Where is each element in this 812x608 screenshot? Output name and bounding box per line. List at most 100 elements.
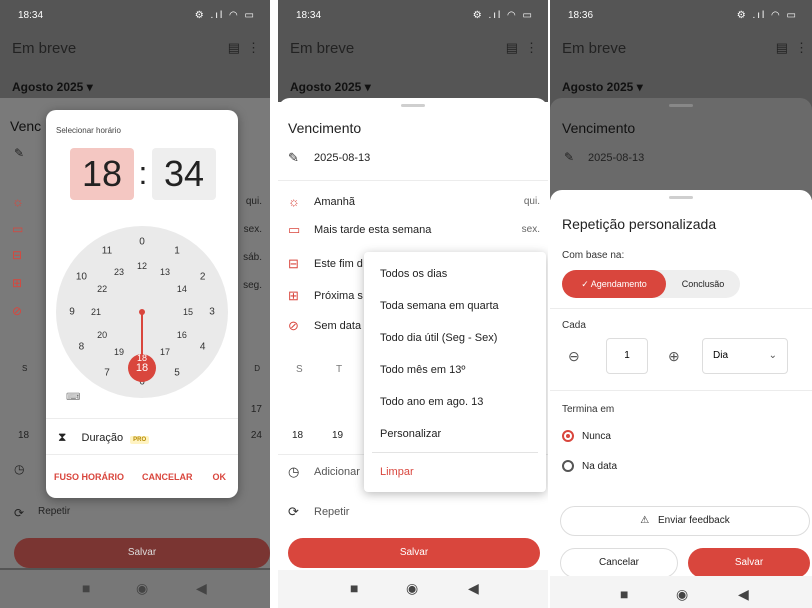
- clock-number[interactable]: 7: [104, 367, 110, 378]
- menu-item-custom[interactable]: Personalizar: [380, 428, 441, 440]
- menu-item-daily[interactable]: Todos os dias: [380, 268, 447, 280]
- month-selector[interactable]: Agosto 2025 ▾: [290, 80, 371, 94]
- home-icon[interactable]: ◉: [676, 586, 688, 603]
- no-date-icon: ⊘: [288, 318, 299, 333]
- view-icon[interactable]: ▤: [506, 40, 518, 56]
- month-selector[interactable]: Agosto 2025 ▾: [12, 80, 93, 94]
- minute-display[interactable]: 34: [152, 148, 216, 200]
- clock-number[interactable]: 2: [200, 272, 206, 283]
- ends-label: Termina em: [562, 404, 615, 415]
- menu-item-monthly[interactable]: Todo mês em 13º: [380, 364, 465, 376]
- radio-on-date[interactable]: [562, 460, 574, 472]
- unit-select[interactable]: Dia ⌄: [702, 338, 788, 374]
- radio-never[interactable]: [562, 430, 574, 442]
- clock-number[interactable]: 3: [209, 307, 215, 318]
- clock-number[interactable]: 9: [69, 307, 75, 318]
- home-icon[interactable]: ◉: [406, 580, 418, 597]
- clock-number[interactable]: 23: [114, 267, 124, 277]
- clock-number[interactable]: 4: [200, 342, 206, 353]
- feedback-button[interactable]: ⚠ Enviar feedback: [560, 506, 810, 536]
- view-icon[interactable]: ▤: [776, 40, 788, 56]
- calendar-date[interactable]: 24: [251, 430, 262, 441]
- cancel-button[interactable]: CANCELAR: [142, 472, 193, 482]
- calendar-date[interactable]: 18: [292, 430, 303, 441]
- clock-number[interactable]: 8: [79, 342, 85, 353]
- toggle-completion[interactable]: Conclusão: [666, 270, 740, 298]
- option-later-this-week[interactable]: ▭ Mais tarde esta semana sex.: [288, 222, 540, 242]
- due-date-row[interactable]: ✎ 2025-08-13: [288, 150, 540, 170]
- clock-number[interactable]: 18: [137, 353, 147, 363]
- divider: [278, 180, 548, 181]
- clock-number[interactable]: 16: [177, 330, 187, 340]
- menu-item-weekly[interactable]: Toda semana em quarta: [380, 300, 499, 312]
- option-label: Próxima s: [314, 290, 363, 302]
- clock-number[interactable]: 17: [160, 347, 170, 357]
- status-bar: 18:36 ⚙ .ıl ◠ ▭: [550, 0, 812, 32]
- due-date-value: 2025-08-13: [588, 152, 645, 164]
- more-icon[interactable]: ⋮: [525, 40, 538, 56]
- month-selector[interactable]: Agosto 2025 ▾: [562, 80, 643, 94]
- minus-icon[interactable]: ⊖: [568, 348, 580, 365]
- clock-number[interactable]: 19: [114, 347, 124, 357]
- every-label: Cada: [562, 320, 586, 331]
- cancel-button[interactable]: Cancelar: [560, 548, 678, 578]
- keyboard-icon[interactable]: ⌨: [66, 392, 80, 403]
- clock-number[interactable]: 21: [91, 307, 101, 317]
- clock-number[interactable]: 1: [174, 246, 180, 257]
- clock-number[interactable]: 15: [183, 307, 193, 317]
- menu-item-clear[interactable]: Limpar: [380, 466, 414, 478]
- back-icon[interactable]: ◀: [468, 580, 479, 597]
- view-icon[interactable]: ▤: [228, 40, 240, 56]
- menu-item-weekdays[interactable]: Todo dia útil (Seg - Sex): [380, 332, 497, 344]
- clock-number[interactable]: 22: [97, 284, 107, 294]
- timezone-button[interactable]: FUSO HORÁRIO: [54, 472, 124, 482]
- save-button[interactable]: Salvar: [14, 538, 270, 568]
- calendar-date[interactable]: 17: [251, 404, 262, 415]
- more-icon[interactable]: ⋮: [795, 40, 808, 56]
- clock-number[interactable]: 5: [174, 367, 180, 378]
- home-icon[interactable]: ◉: [136, 580, 148, 597]
- system-nav-bar: ■ ◉ ◀: [0, 570, 270, 608]
- plus-icon[interactable]: ⊕: [668, 348, 680, 365]
- repeat-label[interactable]: Repetir: [38, 506, 70, 517]
- toggle-schedule[interactable]: ✓ Agendamento: [562, 270, 666, 298]
- interval-input[interactable]: 1: [606, 338, 648, 374]
- recents-icon[interactable]: ■: [350, 580, 358, 596]
- clock-number[interactable]: 14: [177, 284, 187, 294]
- status-time: 18:36: [568, 10, 594, 21]
- option-label: Amanhã: [314, 196, 355, 208]
- save-button[interactable]: Salvar: [288, 538, 540, 568]
- calendar-date[interactable]: 18: [18, 430, 29, 441]
- status-time: 18:34: [18, 10, 44, 21]
- on-date-label[interactable]: Na data: [582, 461, 617, 472]
- recents-icon[interactable]: ■: [82, 580, 90, 596]
- never-label[interactable]: Nunca: [582, 431, 611, 442]
- clock-number[interactable]: 12: [137, 261, 147, 271]
- clock-number[interactable]: 13: [160, 267, 170, 277]
- sheet-handle[interactable]: [669, 196, 693, 199]
- back-icon[interactable]: ◀: [196, 580, 207, 597]
- hour-display[interactable]: 18: [70, 148, 134, 200]
- option-tomorrow[interactable]: ☼ Amanhã qui.: [288, 194, 540, 214]
- menu-item-yearly[interactable]: Todo ano em ago. 13: [380, 396, 483, 408]
- app-title: Em breve: [290, 40, 355, 57]
- pro-badge: PRO: [130, 436, 150, 444]
- ok-button[interactable]: OK: [213, 472, 227, 482]
- option-day: qui.: [523, 196, 540, 207]
- clock-face[interactable]: 0 1 2 3 4 5 6 7 8 9 10 11 12 13 14 15 16 17 18 19 20 21 22 23 18: [56, 226, 228, 398]
- weekday-letter: T: [336, 364, 343, 375]
- repeat-row[interactable]: ⟳ Repetir: [288, 504, 540, 524]
- more-icon[interactable]: ⋮: [247, 40, 260, 56]
- back-icon[interactable]: ◀: [738, 586, 749, 603]
- clock-number[interactable]: 10: [76, 272, 87, 283]
- clock-number[interactable]: 11: [102, 246, 112, 257]
- calendar-date[interactable]: 19: [332, 430, 343, 441]
- clock-number[interactable]: 0: [139, 237, 145, 248]
- clock-number[interactable]: 20: [97, 330, 107, 340]
- duration-row[interactable]: ⧗ Duração PRO: [58, 430, 150, 445]
- weekday-letter: S: [296, 364, 303, 375]
- sheet-handle[interactable]: [401, 104, 425, 107]
- save-button[interactable]: Salvar: [688, 548, 810, 578]
- repeat-menu: Todos os dias Toda semana em quarta Todo…: [364, 252, 546, 492]
- recents-icon[interactable]: ■: [620, 586, 628, 602]
